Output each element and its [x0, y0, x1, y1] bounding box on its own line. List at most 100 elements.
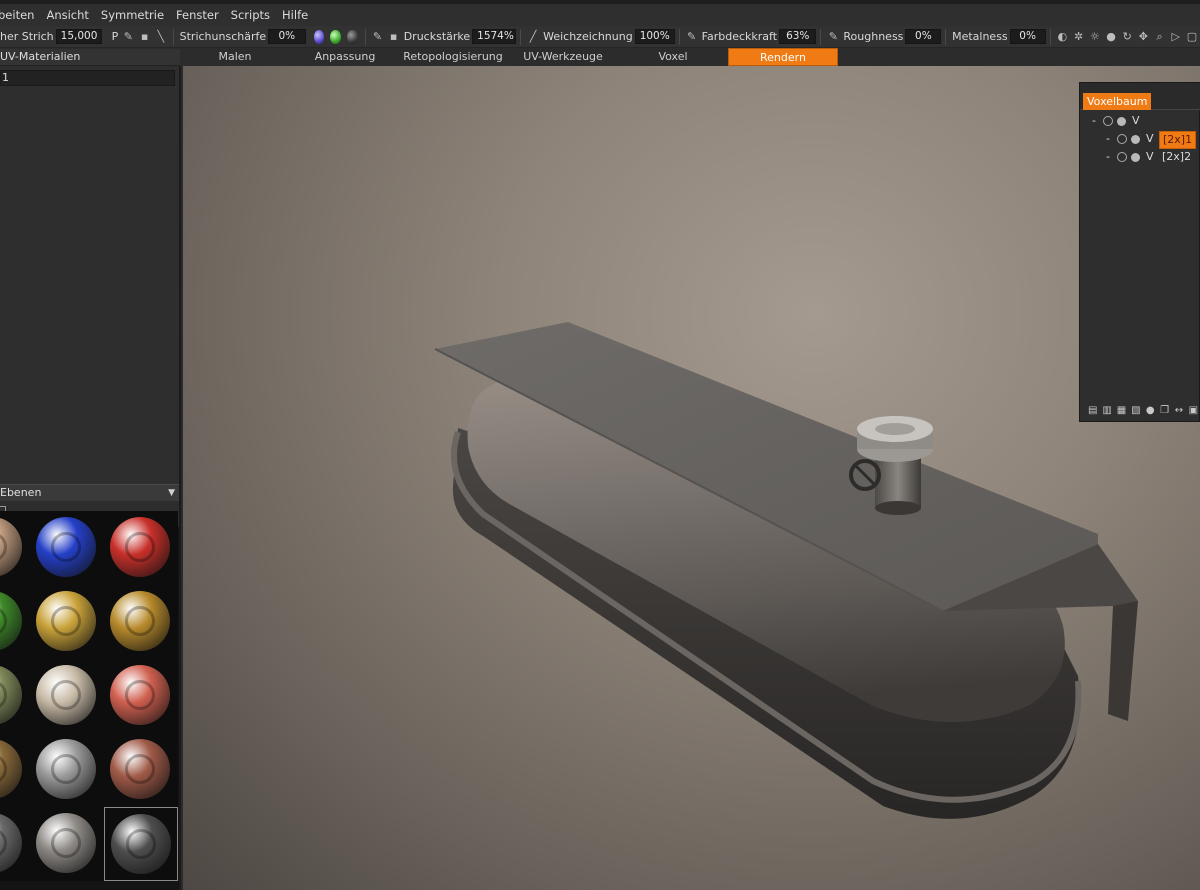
menu-bearbeiten[interactable]: beiten: [0, 8, 40, 22]
menu-scripts[interactable]: Scripts: [225, 8, 276, 22]
roughness-field[interactable]: 0%: [905, 29, 942, 44]
material-swatch[interactable]: [0, 659, 30, 733]
sun-icon[interactable]: ☼: [1089, 29, 1101, 45]
tab-malen[interactable]: Malen: [203, 48, 267, 66]
brush-icon[interactable]: ✎: [371, 29, 383, 45]
eye-icon[interactable]: [1103, 116, 1113, 126]
pencil-icon[interactable]: ╱: [527, 29, 539, 45]
voxel-tree-root[interactable]: - V: [1080, 113, 1200, 129]
material-swatch[interactable]: [104, 733, 178, 807]
move-icon[interactable]: ✥: [1137, 29, 1149, 45]
material-swatch[interactable]: [104, 511, 178, 585]
material-swatch[interactable]: [30, 733, 104, 807]
dark-sphere-icon[interactable]: [346, 29, 358, 44]
material-detail-icon: [125, 754, 155, 784]
trash-icon[interactable]: ▥: [1100, 403, 1113, 417]
brush-icon[interactable]: ✎: [685, 29, 697, 45]
contrast-icon[interactable]: ◐: [1056, 29, 1068, 45]
chevron-down-icon[interactable]: ▼: [168, 485, 175, 501]
blue-sphere-icon[interactable]: [313, 29, 325, 44]
frame-icon[interactable]: ▢: [1186, 29, 1198, 45]
farbdeckkraft-field[interactable]: 63%: [779, 29, 817, 44]
copy-icon[interactable]: ❐: [1158, 403, 1171, 417]
tab-uv-werkzeuge[interactable]: UV-Werkzeuge: [517, 48, 609, 66]
collapse-toggle[interactable]: -: [1106, 131, 1110, 147]
ghost-sphere-icon[interactable]: [1131, 153, 1140, 162]
options-icon[interactable]: ▣: [1187, 403, 1200, 417]
brush-icon[interactable]: ✎: [122, 29, 134, 45]
menu-ansicht[interactable]: Ansicht: [40, 8, 94, 22]
material-swatch[interactable]: [104, 807, 178, 881]
green-sphere-icon[interactable]: [330, 29, 341, 44]
material-swatch[interactable]: [0, 733, 30, 807]
duplicate-icon[interactable]: ▦: [1115, 403, 1128, 417]
material-detail-icon: [51, 754, 81, 784]
voxel-mode-label: V: [1146, 150, 1154, 163]
play-icon[interactable]: ▷: [1170, 29, 1182, 45]
voxel-layer-name[interactable]: [2x]1: [1159, 131, 1197, 149]
ghost-sphere-icon[interactable]: [1117, 117, 1126, 126]
left-panel: 1 Ebenen ▼: [0, 66, 181, 890]
material-swatch[interactable]: [30, 659, 104, 733]
menu-hilfe[interactable]: Hilfe: [276, 8, 314, 22]
light-icon[interactable]: ✲: [1073, 29, 1085, 45]
ghost-sphere-icon[interactable]: [1131, 135, 1140, 144]
material-swatch[interactable]: [30, 585, 104, 659]
voxel-tree-item[interactable]: - V [2x]2: [1080, 149, 1200, 165]
material-swatch[interactable]: [30, 807, 104, 881]
voxel-mode-label: V: [1132, 114, 1140, 127]
material-swatch[interactable]: [104, 585, 178, 659]
menu-fenster[interactable]: Fenster: [170, 8, 225, 22]
collapse-toggle[interactable]: -: [1092, 113, 1096, 129]
material-detail-icon: [51, 680, 81, 710]
material-detail-icon: [0, 754, 7, 784]
uv-set-row[interactable]: 1: [0, 70, 175, 86]
swap-icon[interactable]: ↔: [1172, 403, 1185, 417]
rotate-icon[interactable]: ↻: [1121, 29, 1133, 45]
strich-field[interactable]: 15,000: [55, 29, 102, 44]
pencil-icon[interactable]: ╲: [155, 29, 167, 45]
tab-anpassung[interactable]: Anpassung: [306, 48, 384, 66]
brush-icon[interactable]: ✎: [827, 29, 839, 45]
voxel-tree-item[interactable]: - V [2x]1: [1080, 131, 1200, 149]
weichzeichnung-field[interactable]: 100%: [634, 29, 675, 44]
voxelbaum-header: Voxelbaum: [1080, 83, 1200, 110]
toolbar-separator: [945, 28, 947, 45]
zoom-icon[interactable]: ⌕: [1153, 29, 1165, 45]
lock-icon[interactable]: ▪: [138, 29, 150, 45]
material-swatch[interactable]: [0, 511, 30, 585]
tab-rendern[interactable]: Rendern: [728, 48, 838, 66]
pen-pressure-label[interactable]: P: [110, 30, 121, 43]
tab-voxelbaum[interactable]: Voxelbaum: [1083, 93, 1152, 110]
toolbar-separator: [520, 28, 521, 45]
material-swatch[interactable]: [104, 659, 178, 733]
material-sphere-icon: [36, 813, 96, 873]
menu-symmetrie[interactable]: Symmetrie: [95, 8, 170, 22]
merge-icon[interactable]: ▧: [1129, 403, 1142, 417]
material-swatch[interactable]: [0, 807, 30, 881]
ebenen-title: Ebenen: [0, 486, 42, 499]
material-detail-icon: [51, 606, 81, 636]
material-swatch[interactable]: [0, 585, 30, 659]
druckstaerke-field[interactable]: 1574%: [472, 29, 517, 44]
metalness-field[interactable]: 0%: [1009, 29, 1046, 44]
material-swatch[interactable]: [30, 511, 104, 585]
drop-icon[interactable]: ●: [1105, 29, 1117, 45]
material-sphere-icon: [110, 517, 170, 577]
eye-icon[interactable]: [1117, 134, 1127, 144]
lock-icon[interactable]: ▪: [388, 29, 400, 45]
3d-viewport[interactable]: [183, 66, 1200, 890]
tab-retopologisierung[interactable]: Retopologisierung: [400, 48, 506, 66]
material-detail-icon: [0, 680, 7, 710]
collapse-toggle[interactable]: -: [1106, 149, 1110, 165]
tab-voxel[interactable]: Voxel: [640, 48, 706, 66]
eye-icon[interactable]: [1117, 152, 1127, 162]
ebenen-header[interactable]: Ebenen ▼: [0, 484, 179, 501]
material-detail-icon: [126, 829, 156, 859]
strich-label: her Strich: [0, 30, 54, 43]
material-grid: [0, 511, 179, 890]
sphere-icon[interactable]: ●: [1144, 403, 1157, 417]
voxel-layer-name[interactable]: [2x]2: [1162, 149, 1191, 165]
new-layer-icon[interactable]: ▤: [1086, 403, 1099, 417]
strichunschaerfe-field[interactable]: 0%: [268, 29, 306, 44]
